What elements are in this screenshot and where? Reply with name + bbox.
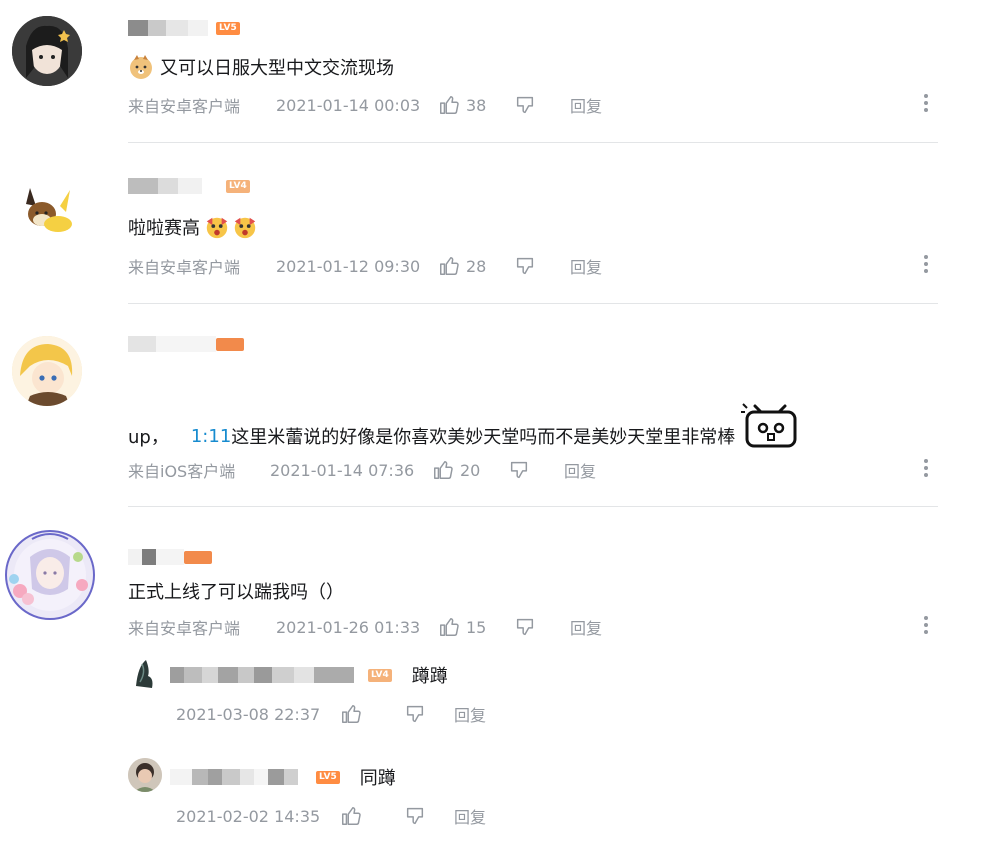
like-button[interactable] xyxy=(340,805,404,827)
avatar-image-icon xyxy=(12,16,82,86)
avatar-frame-image-icon xyxy=(5,530,95,620)
avatar[interactable] xyxy=(2,527,98,623)
avatar-image-icon xyxy=(128,656,162,690)
thumb-up-icon xyxy=(432,459,454,481)
comment-text-prefix: up， xyxy=(128,427,169,448)
client-source: 来自iOS客户端 xyxy=(128,462,236,481)
tv-emoji-icon xyxy=(741,403,797,448)
more-options-icon[interactable] xyxy=(921,94,931,112)
like-button[interactable]: 20 xyxy=(432,459,508,481)
comment-meta: 来自安卓客户端 2021-01-12 09:30 28 回复 xyxy=(128,254,602,278)
reply-button[interactable]: 回复 xyxy=(570,254,602,278)
level-badge xyxy=(216,337,244,351)
timestamp-link[interactable]: 1:11 xyxy=(191,426,231,447)
thumb-up-icon xyxy=(438,255,460,277)
comment-meta: 来自iOS客户端 2021-01-14 07:36 20 回复 xyxy=(128,458,596,482)
avatar[interactable] xyxy=(128,656,162,690)
level-badge: LV4 xyxy=(368,668,392,682)
thumb-down-icon xyxy=(514,94,536,116)
timestamp: 2021-01-12 09:30 xyxy=(276,256,421,276)
thumb-up-icon xyxy=(438,94,460,116)
cheer-emoji-icon xyxy=(206,217,228,239)
comment-text-content: 正式上线了可以踹我吗（） xyxy=(128,582,344,603)
dislike-button[interactable] xyxy=(514,616,570,638)
comment-text: up， 1:11 这里米蕾说的好像是你喜欢美妙天堂吗而不是美妙天堂里非常棒 xyxy=(128,403,801,452)
avatar-image-icon xyxy=(12,336,82,406)
reply-meta: 2021-03-08 22:37 回复 xyxy=(176,702,486,726)
client-source: 来自安卓客户端 xyxy=(128,258,241,277)
divider xyxy=(128,303,938,304)
username[interactable] xyxy=(128,549,212,565)
username[interactable]: LV4 蹲蹲 xyxy=(170,662,448,688)
thumb-down-icon xyxy=(404,805,426,827)
comment-text-content: 又可以日服大型中文交流现场 xyxy=(160,58,394,79)
like-count: 20 xyxy=(460,460,481,480)
cheer-emoji-icon xyxy=(234,217,256,239)
timestamp: 2021-01-14 00:03 xyxy=(276,95,421,115)
comment-text: 又可以日服大型中文交流现场 xyxy=(128,54,394,80)
like-button[interactable]: 15 xyxy=(438,616,514,638)
thumb-down-icon xyxy=(514,255,536,277)
timestamp: 2021-01-14 07:36 xyxy=(270,460,415,480)
avatar[interactable] xyxy=(128,758,162,792)
more-options-icon[interactable] xyxy=(921,616,931,634)
thumb-down-icon xyxy=(404,703,426,725)
dislike-button[interactable] xyxy=(508,459,564,481)
reply-text: 同蹲 xyxy=(359,768,396,789)
comment-text: 正式上线了可以踹我吗（） xyxy=(128,578,344,604)
like-button[interactable]: 38 xyxy=(438,94,514,116)
thumb-up-icon xyxy=(438,616,460,638)
comment-text-content: 这里米蕾说的好像是你喜欢美妙天堂吗而不是美妙天堂里非常棒 xyxy=(231,427,736,448)
avatar[interactable] xyxy=(12,336,82,406)
avatar-image-icon xyxy=(128,758,162,792)
username[interactable]: LV4 xyxy=(128,178,250,194)
avatar[interactable] xyxy=(12,16,82,86)
level-badge: LV4 xyxy=(226,179,250,193)
comment-text-content: 啦啦赛高 xyxy=(128,218,200,239)
timestamp: 2021-02-02 14:35 xyxy=(176,806,321,826)
level-badge xyxy=(184,550,212,564)
more-options-icon[interactable] xyxy=(921,459,931,477)
timestamp: 2021-03-08 22:37 xyxy=(176,704,321,724)
doge-emoji-icon xyxy=(130,55,152,79)
comment-meta: 来自安卓客户端 2021-01-14 00:03 38 回复 xyxy=(128,93,602,117)
thumb-up-icon xyxy=(340,703,362,725)
reply-meta: 2021-02-02 14:35 回复 xyxy=(176,804,486,828)
divider xyxy=(128,506,938,507)
reply-button[interactable]: 回复 xyxy=(454,702,486,726)
client-source: 来自安卓客户端 xyxy=(128,619,241,638)
dislike-button[interactable] xyxy=(404,805,454,827)
reply-button[interactable]: 回复 xyxy=(564,458,596,482)
username[interactable]: LV5 同蹲 xyxy=(170,764,396,790)
dislike-button[interactable] xyxy=(514,94,570,116)
level-badge: LV5 xyxy=(316,770,340,784)
level-badge: LV5 xyxy=(216,21,240,35)
comment-meta: 来自安卓客户端 2021-01-26 01:33 15 回复 xyxy=(128,615,602,639)
reply-button[interactable]: 回复 xyxy=(570,615,602,639)
like-button[interactable] xyxy=(340,703,404,725)
like-count: 15 xyxy=(466,617,487,637)
thumb-down-icon xyxy=(514,616,536,638)
avatar-image-icon xyxy=(12,178,82,248)
dislike-button[interactable] xyxy=(514,255,570,277)
reply-button[interactable]: 回复 xyxy=(570,93,602,117)
reply-button[interactable]: 回复 xyxy=(454,804,486,828)
timestamp: 2021-01-26 01:33 xyxy=(276,617,421,637)
like-count: 28 xyxy=(466,256,487,276)
more-options-icon[interactable] xyxy=(921,255,931,273)
client-source: 来自安卓客户端 xyxy=(128,97,241,116)
divider xyxy=(128,142,938,143)
thumb-down-icon xyxy=(508,459,530,481)
comment-text: 啦啦赛高 xyxy=(128,214,258,240)
like-button[interactable]: 28 xyxy=(438,255,514,277)
username[interactable] xyxy=(128,336,244,352)
username[interactable]: LV5 xyxy=(128,20,240,36)
reply-text: 蹲蹲 xyxy=(411,666,448,687)
avatar[interactable] xyxy=(12,178,82,248)
dislike-button[interactable] xyxy=(404,703,454,725)
like-count: 38 xyxy=(466,95,487,115)
thumb-up-icon xyxy=(340,805,362,827)
